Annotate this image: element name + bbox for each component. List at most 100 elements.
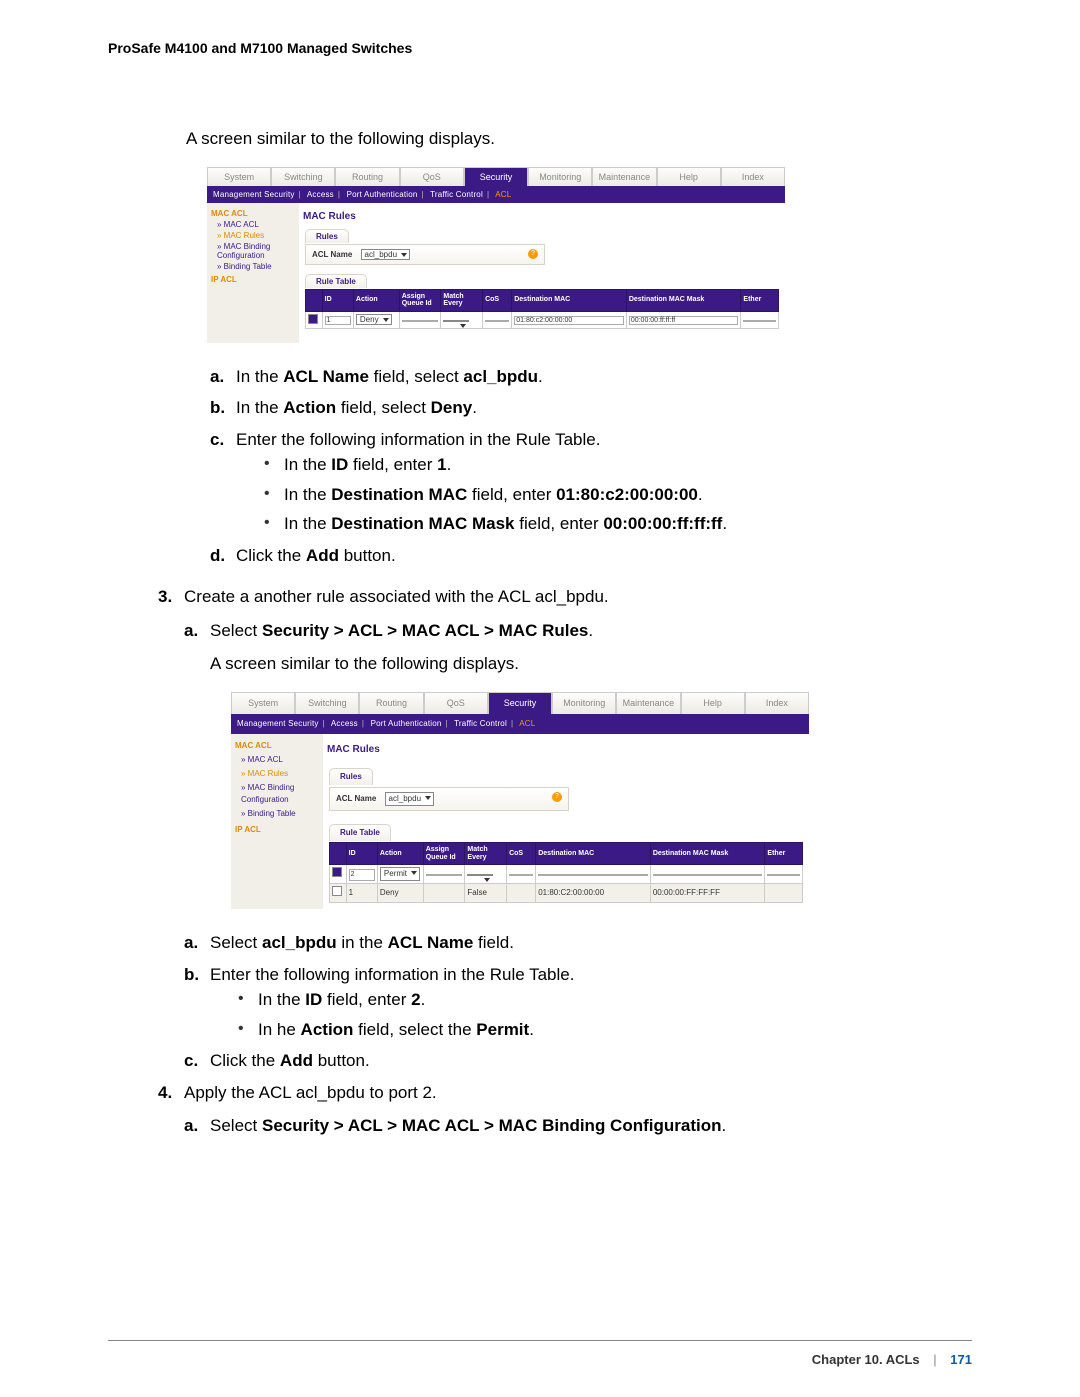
side-heading-macacl[interactable]: MAC ACL	[211, 209, 295, 218]
tab-switching[interactable]: Switching	[271, 167, 335, 186]
aclname-select[interactable]: acl_bpdu	[361, 249, 410, 260]
tab-routing[interactable]: Routing	[359, 692, 423, 715]
tab-system[interactable]: System	[231, 692, 295, 715]
subtab-traffic[interactable]: Traffic Control	[454, 719, 507, 728]
subtab-acl[interactable]: ACL	[495, 190, 511, 199]
tab-routing[interactable]: Routing	[335, 167, 399, 186]
page-header: ProSafe M4100 and M7100 Managed Switches	[108, 40, 972, 56]
tab-monitoring[interactable]: Monitoring	[552, 692, 616, 715]
screenshot-mac-rules-1: System Switching Routing QoS Security Mo…	[206, 166, 786, 344]
tab-index[interactable]: Index	[721, 167, 785, 186]
th-dmac: Destination MAC	[512, 289, 627, 311]
row1-action[interactable]: Deny	[356, 314, 392, 325]
ruletable-card-tab: Rule Table	[305, 274, 367, 288]
row1g-match: False	[465, 884, 507, 903]
row1g-checkbox[interactable]	[332, 886, 342, 896]
subtab-access[interactable]: Access	[331, 719, 358, 728]
panel-title: MAC Rules	[327, 742, 809, 757]
aclname-label: ACL Name	[312, 250, 352, 259]
row2-checkbox[interactable]	[332, 867, 342, 877]
bullet-action2: In he Action field, select the Permit.	[238, 1017, 972, 1043]
panel: MAC Rules Rules ? ACL Name acl_bpdu Rule…	[323, 734, 809, 909]
table-row: 2 Permit	[330, 865, 803, 884]
footer-divider	[108, 1340, 972, 1341]
row1-checkbox[interactable]	[308, 314, 318, 324]
sub-tabs: Management Security| Access| Port Authen…	[231, 714, 809, 734]
subtab-mgmt[interactable]: Management Security	[237, 719, 319, 728]
tab-maintenance[interactable]: Maintenance	[592, 167, 656, 186]
tab-security[interactable]: Security	[488, 692, 552, 715]
tab-qos[interactable]: QoS	[400, 167, 464, 186]
rules-card-tab: Rules	[329, 768, 373, 785]
th-check	[306, 289, 323, 311]
row1g-dmac: 01:80:C2:00:00:00	[536, 884, 651, 903]
row2-action[interactable]: Permit	[380, 867, 420, 881]
panel: MAC Rules Rules ? ACL Name acl_bpdu Rule…	[299, 203, 785, 343]
tab-help[interactable]: Help	[657, 167, 721, 186]
help-icon[interactable]: ?	[528, 249, 538, 259]
th-action: Action	[353, 289, 399, 311]
rules-card-body: ? ACL Name acl_bpdu	[305, 244, 545, 265]
th-assign: Assign Queue Id	[399, 289, 441, 311]
rules-card-tab: Rules	[305, 229, 349, 243]
row2-match[interactable]	[467, 874, 493, 876]
subtab-traffic[interactable]: Traffic Control	[430, 190, 483, 199]
row1-cos[interactable]	[485, 320, 509, 322]
side-item-macacl[interactable]: » MAC ACL	[241, 754, 319, 766]
row1-match[interactable]	[443, 320, 469, 322]
tab-system[interactable]: System	[207, 167, 271, 186]
tab-maintenance[interactable]: Maintenance	[616, 692, 680, 715]
subtab-mgmt[interactable]: Management Security	[213, 190, 295, 199]
side-item-bindingtable[interactable]: » Binding Table	[241, 808, 319, 820]
side-heading-macacl[interactable]: MAC ACL	[235, 740, 319, 752]
tab-qos[interactable]: QoS	[424, 692, 488, 715]
row1-ether[interactable]	[743, 320, 776, 322]
tab-help[interactable]: Help	[681, 692, 745, 715]
bullet-dmac: In the Destination MAC field, enter 01:8…	[264, 482, 972, 508]
row1-id[interactable]: 1	[325, 316, 351, 325]
th-ether: Ether	[741, 289, 779, 311]
tab-security[interactable]: Security	[464, 167, 528, 186]
help-icon[interactable]: ?	[552, 792, 562, 802]
aclname-select[interactable]: acl_bpdu	[385, 792, 434, 806]
side-item-macrules[interactable]: » MAC Rules	[241, 768, 319, 780]
side-item-bindingtable[interactable]: » Binding Table	[217, 262, 295, 271]
th-match: Match Every	[441, 289, 483, 311]
side-item-macbinding[interactable]: » MAC Binding Configuration	[241, 782, 319, 806]
row1-assign[interactable]	[402, 320, 439, 322]
sub-tabs: Management Security| Access| Port Authen…	[207, 186, 785, 203]
side-item-macbinding[interactable]: » MAC Binding Configuration	[217, 242, 295, 260]
panel-title: MAC Rules	[303, 211, 785, 222]
subtab-portauth[interactable]: Port Authentication	[371, 719, 442, 728]
ruletable-card-tab: Rule Table	[329, 824, 391, 841]
row1-dmac[interactable]: 01:80:c2:00:00:00	[514, 316, 624, 325]
bullet-dmask: In the Destination MAC Mask field, enter…	[264, 511, 972, 537]
top-tabs: System Switching Routing QoS Security Mo…	[231, 692, 809, 715]
row2-dmac[interactable]	[538, 874, 648, 876]
side-heading-ipacl[interactable]: IP ACL	[235, 824, 319, 836]
row2-assign[interactable]	[426, 874, 463, 876]
subtab-access[interactable]: Access	[307, 190, 334, 199]
step-3: 3. Create a another rule associated with…	[158, 584, 972, 1074]
side-item-macacl[interactable]: » MAC ACL	[217, 220, 295, 229]
rule-table: ID Action Assign Queue Id Match Every Co…	[305, 289, 779, 329]
side-item-macrules[interactable]: » MAC Rules	[217, 231, 295, 240]
step-4a: a.Select Security > ACL > MAC ACL > MAC …	[184, 1113, 972, 1139]
tab-switching[interactable]: Switching	[295, 692, 359, 715]
tab-index[interactable]: Index	[745, 692, 809, 715]
step-3c: c.Click the Add button.	[184, 1048, 972, 1074]
row2-id[interactable]: 2	[349, 869, 375, 882]
step-4: 4. Apply the ACL acl_bpdu to port 2. a.S…	[158, 1080, 972, 1139]
row1-dmask[interactable]: 00:00:00:ff:ff:ff	[629, 316, 739, 325]
subtab-acl[interactable]: ACL	[519, 719, 535, 728]
side-heading-ipacl[interactable]: IP ACL	[211, 275, 295, 284]
tab-monitoring[interactable]: Monitoring	[528, 167, 592, 186]
row2-cos[interactable]	[509, 874, 533, 876]
th-id: ID	[322, 289, 353, 311]
footer-page-number: 171	[950, 1352, 972, 1367]
row2-dmask[interactable]	[653, 874, 763, 876]
step-3b: b.Enter the following information in the…	[184, 962, 972, 1043]
row2-ether[interactable]	[767, 874, 800, 876]
step-3a2: a.Select acl_bpdu in the ACL Name field.	[184, 930, 972, 956]
subtab-portauth[interactable]: Port Authentication	[347, 190, 418, 199]
